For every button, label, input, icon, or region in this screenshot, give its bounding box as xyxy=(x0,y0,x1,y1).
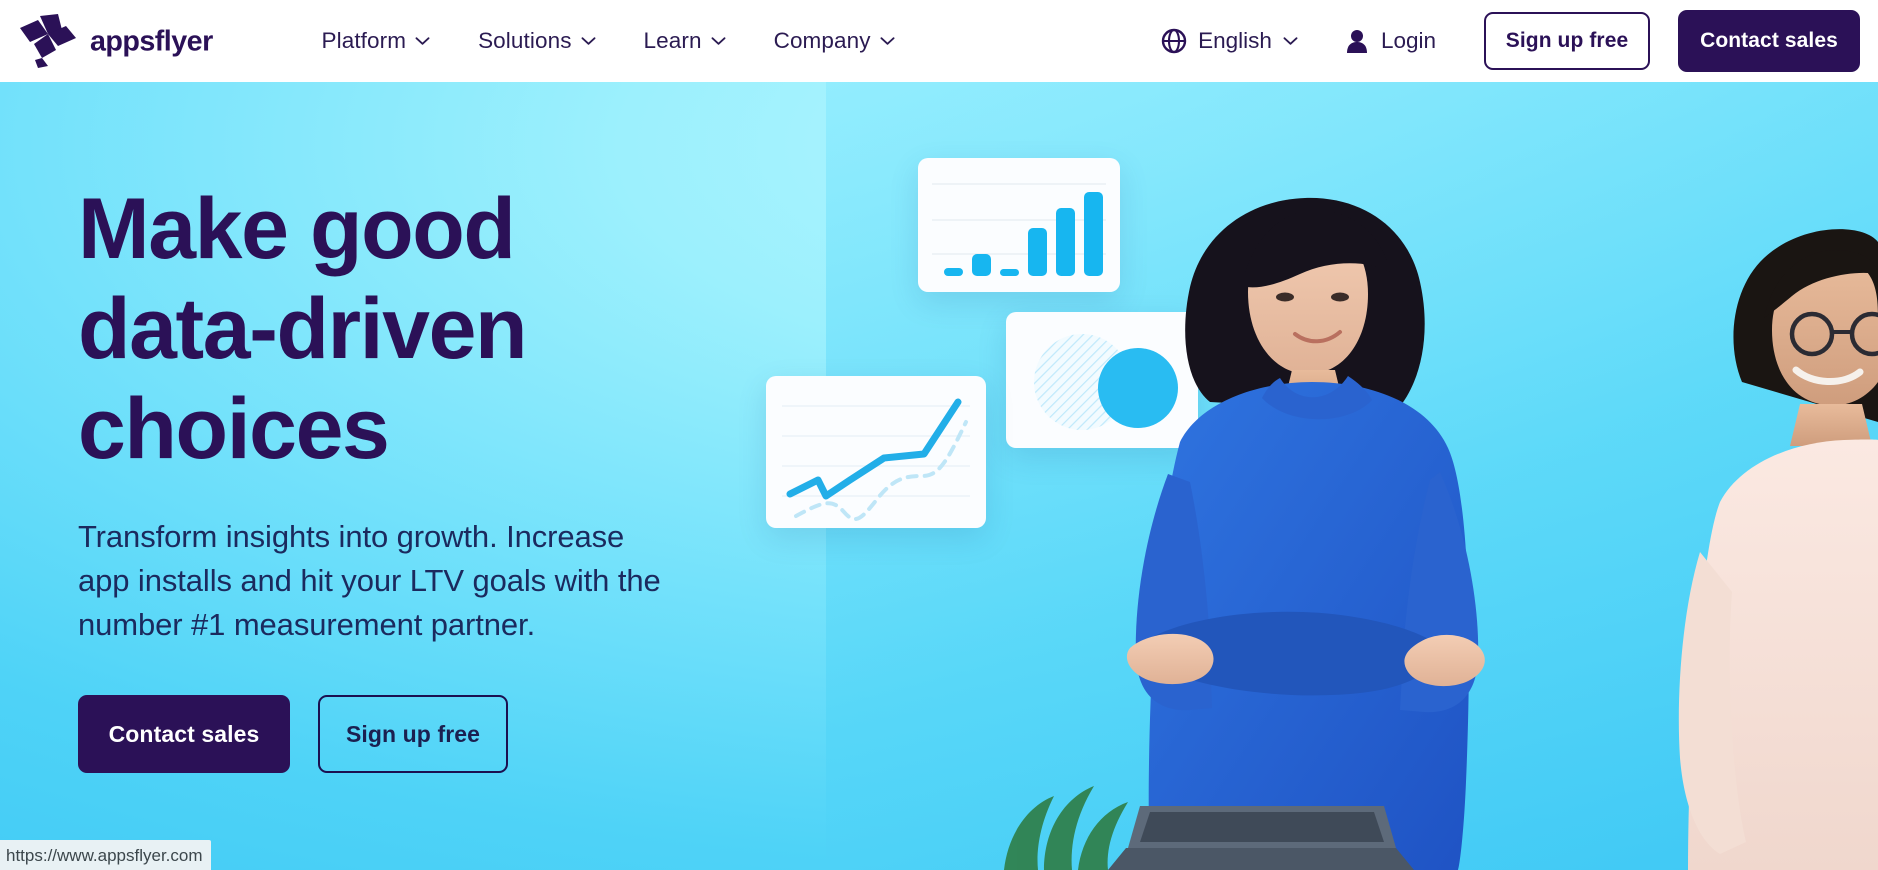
language-selector[interactable]: English xyxy=(1151,20,1308,62)
chevron-down-icon xyxy=(1283,37,1298,45)
nav-utility-group: English Login Sign up free Contact sales xyxy=(1151,10,1878,72)
appsflyer-wordmark-icon: appsflyer xyxy=(90,26,214,58)
chevron-down-icon xyxy=(415,37,430,45)
nav-item-solutions[interactable]: Solutions xyxy=(454,18,619,64)
hero-title-line-3: choices xyxy=(78,380,390,477)
nav-item-solutions-label: Solutions xyxy=(478,28,572,53)
bar-chart-card xyxy=(918,158,1120,292)
nav-item-company-label: Company xyxy=(773,28,871,53)
chevron-down-icon xyxy=(880,37,895,45)
hero-section: Make good data-driven choices Transform … xyxy=(0,82,1878,870)
nav-item-company[interactable]: Company xyxy=(750,18,919,64)
circles-card xyxy=(1006,312,1198,448)
line-chart-card xyxy=(766,376,986,528)
page-root: appsflyer Platform Solutions Learn Compa… xyxy=(0,0,1878,870)
nav-item-learn[interactable]: Learn xyxy=(620,18,750,64)
circles-graphic xyxy=(1034,334,1178,430)
hero-title-line-2: data-driven xyxy=(78,280,528,377)
appsflyer-logo[interactable]: appsflyer xyxy=(18,14,252,68)
signup-free-button[interactable]: Sign up free xyxy=(1484,12,1650,70)
nav-item-learn-label: Learn xyxy=(643,28,702,53)
chevron-down-icon xyxy=(711,37,726,45)
hero-title: Make good data-driven choices xyxy=(78,180,798,479)
nav-item-platform[interactable]: Platform xyxy=(298,18,455,64)
user-icon xyxy=(1346,30,1367,53)
hero-title-line-1: Make good xyxy=(78,181,516,277)
appsflyer-logo-icon xyxy=(20,14,76,68)
hero-signup-free-button[interactable]: Sign up free xyxy=(318,695,508,774)
primary-nav-links: Platform Solutions Learn Company xyxy=(298,18,919,64)
line-chart-graphic xyxy=(782,398,970,521)
login-label: Login xyxy=(1380,28,1436,53)
hero-subtitle: Transform insights into growth. Increase… xyxy=(78,519,661,643)
top-navigation-bar: appsflyer Platform Solutions Learn Compa… xyxy=(0,0,1878,82)
chevron-down-icon xyxy=(581,37,596,45)
globe-icon xyxy=(1161,28,1187,54)
nav-item-platform-label: Platform xyxy=(321,28,407,53)
svg-text:appsflyer: appsflyer xyxy=(90,26,213,58)
login-link[interactable]: Login xyxy=(1336,20,1446,62)
hero-contact-sales-button[interactable]: Contact sales xyxy=(78,695,290,774)
contact-sales-button[interactable]: Contact sales xyxy=(1678,10,1860,72)
browser-status-bar-url: https://www.appsflyer.com xyxy=(0,840,211,870)
language-label: English xyxy=(1198,28,1272,53)
hero-cta-group: Contact sales Sign up free xyxy=(78,695,798,774)
bar-chart-graphic xyxy=(932,183,1106,276)
hero-copy-block: Make good data-driven choices Transform … xyxy=(78,180,798,774)
